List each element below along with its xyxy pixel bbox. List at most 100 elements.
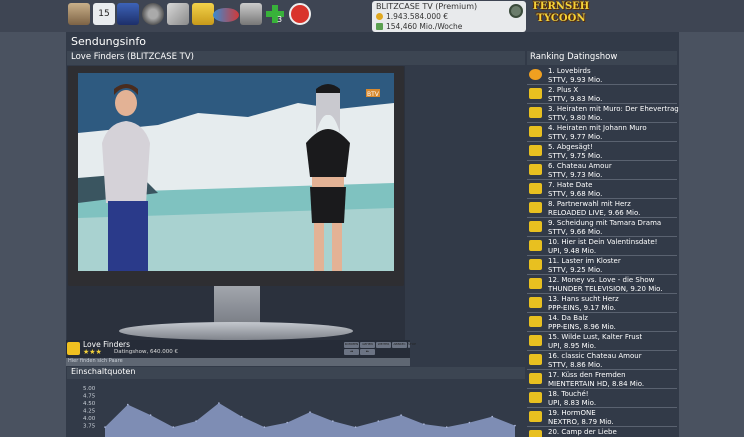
channel-name: BLITZCASE TV (Premium) [376, 2, 478, 11]
ranking-row[interactable]: 13. Hans sucht Herz PPP-EINS, 9.17 Mio. [527, 294, 677, 313]
ranking-show-detail: STTV, 9.66 Mio. [548, 228, 603, 236]
ranking-row[interactable]: 8. Partnerwahl mit Herz RELOADED LIVE, 9.… [527, 199, 677, 218]
ranking-show-title: 19. HormONE [548, 409, 596, 417]
info-button-2[interactable]: GEHEN [360, 342, 375, 348]
rewind-button[interactable]: ◂◂ [344, 349, 359, 355]
quota-point [332, 420, 334, 422]
show-header-title: Love Finders (BLITZCASE TV) [71, 52, 194, 62]
ranking-show-title: 6. Chateau Amour [548, 162, 612, 170]
ranking-row[interactable]: 6. Chateau Amour STTV, 9.73 Mio. [527, 161, 677, 180]
ranking-row[interactable]: 16. classic Chateau Amour STTV, 8.86 Mio. [527, 351, 677, 370]
rank-badge-icon [529, 259, 542, 270]
ranking-show-detail: STTV, 9.77 Mio. [548, 133, 603, 141]
exit-icon[interactable] [289, 3, 311, 25]
quota-y-tick: 5.00 [83, 386, 96, 392]
quota-point [468, 421, 471, 424]
info-button-1[interactable]: KOMMEN [344, 342, 359, 348]
quota-title: Einschaltquoten [71, 367, 136, 376]
info-button-5[interactable]: STOP [408, 342, 416, 348]
page-title: Sendungsinfo [71, 35, 146, 48]
programme-planner-icon[interactable] [68, 3, 90, 25]
show-hint: Hier finden sich Paare [68, 358, 123, 364]
ranking-show-detail: STTV, 8.86 Mio. [548, 361, 603, 369]
quota-point [354, 426, 357, 428]
info-button-3[interactable]: WEITER [376, 342, 391, 348]
show-genre-price: Datingshow, 640.000 € [114, 349, 178, 355]
archive-icon[interactable] [117, 3, 139, 25]
ranking-show-title: 14. Da Balz [548, 314, 588, 322]
tv-scene-image: BTV [78, 73, 394, 271]
calendar-icon[interactable]: 15 [93, 3, 115, 25]
quota-point [240, 415, 243, 418]
ranking-show-title: 2. Plus X [548, 86, 579, 94]
rank-badge-icon [529, 145, 542, 156]
ranking-show-title: 12. Money vs. Love - die Show [548, 276, 655, 284]
ranking-show-detail: STTV, 9.68 Mio. [548, 190, 603, 198]
gold-star-icon [529, 69, 542, 80]
ranking-row[interactable]: 11. Laster im Kloster STTV, 9.25 Mio. [527, 256, 677, 275]
news-icon[interactable] [192, 3, 214, 25]
tv-screen: BTV [78, 73, 394, 271]
rank-badge-icon [529, 278, 542, 289]
ranking-row[interactable]: 3. Heiraten mit Muro: Der Ehevertrag STTV… [527, 104, 679, 123]
datingshow-genre-icon [67, 342, 80, 355]
rank-badge-icon [529, 297, 542, 308]
ranking-show-title: 10. Hier ist Dein Valentinsdate! [548, 238, 658, 246]
rank-badge-icon [529, 107, 542, 118]
ranking-row[interactable]: 14. Da Balz PPP-EINS, 8.96 Mio. [527, 313, 677, 332]
rank-badge-icon [529, 354, 542, 365]
quota-y-tick: 4.75 [83, 394, 96, 400]
rank-badge-icon [529, 126, 542, 137]
rank-badge-icon [529, 88, 542, 99]
ranking-row[interactable]: 20. Camp der LiebeATV ONE, 8.65 Mio. [527, 427, 677, 437]
ranking-show-title: 17. Küss den Fremden [548, 371, 626, 379]
status-panel: BLITZCASE TV (Premium) 1.943.584.000 € 1… [372, 1, 526, 32]
ranking-row[interactable]: 10. Hier ist Dein Valentinsdate! UPI, 9.4… [527, 237, 677, 256]
rank-badge-icon [529, 392, 542, 403]
ranking-row[interactable]: 9. Scheidung mit Tamara Drama STTV, 9.66 … [527, 218, 677, 237]
globe-icon[interactable] [509, 4, 523, 18]
ranking-row[interactable]: 17. Küss den Fremden MIENTERTAIN HD, 8.84… [527, 370, 677, 389]
add-station-icon[interactable] [264, 3, 286, 25]
game-logo: FERNSEH TYCOON [530, 1, 592, 29]
ranking-show-detail: MIENTERTAIN HD, 8.84 Mio. [548, 380, 645, 388]
ranking-list: 1. Lovebirds STTV, 9.93 Mio. 2. Plus X STTV… [527, 66, 679, 437]
ranking-show-detail: UPI, 9.48 Mio. [548, 247, 597, 255]
station-map-icon[interactable] [167, 3, 189, 25]
ranking-show-detail: STTV, 9.25 Mio. [548, 266, 603, 274]
quota-point [104, 426, 106, 428]
ranking-header-title: Ranking Datingshow [530, 52, 618, 62]
quota-point [263, 426, 266, 428]
quota-point [149, 414, 152, 416]
ranking-row[interactable]: 19. HormONE NEXTRO, 8.79 Mio. [527, 408, 677, 427]
ranking-row[interactable]: 18. Touché! UPI, 8.83 Mio. [527, 389, 677, 408]
tv-stand-base [119, 322, 353, 340]
ranking-row[interactable]: 4. Heiraten mit Johann Muro STTV, 9.77 Mi… [527, 123, 677, 142]
ranking-row[interactable]: 15. Wilde Lust, Kalter Frust UPI, 8.95 Mi… [527, 332, 677, 351]
ranking-row[interactable]: 5. Abgesägt! STTV, 9.75 Mio. [527, 142, 677, 161]
ad-agency-icon[interactable] [213, 8, 239, 22]
ranking-show-detail: STTV, 9.80 Mio. [548, 114, 603, 122]
quota-point [172, 426, 175, 428]
quota-point [195, 420, 197, 422]
ranking-show-title: 9. Scheidung mit Tamara Drama [548, 219, 662, 227]
movie-agency-icon[interactable] [142, 3, 164, 25]
quota-point [286, 421, 288, 424]
ranking-row[interactable]: 2. Plus X STTV, 9.83 Mio. [527, 85, 677, 104]
ranking-row[interactable]: 12. Money vs. Love - die Show THUNDER TEL… [527, 275, 677, 294]
ranking-show-detail: STTV, 9.73 Mio. [548, 171, 603, 179]
room-board-icon[interactable] [240, 3, 262, 25]
quota-point [400, 414, 402, 416]
ranking-row[interactable]: 1. Lovebirds STTV, 9.93 Mio. [527, 66, 677, 85]
ranking-show-title: 15. Wilde Lust, Kalter Frust [548, 333, 643, 341]
quota-y-tick: 3.75 [83, 424, 96, 430]
quota-area-series [105, 403, 515, 437]
forward-button[interactable]: ▸▸ [360, 349, 375, 355]
ranking-row[interactable]: 7. Hate Date STTV, 9.68 Mio. [527, 180, 677, 199]
info-button-4[interactable]: ABBREC [392, 342, 407, 348]
rank-badge-icon [529, 316, 542, 327]
quota-header-bar [67, 367, 525, 379]
quota-point [377, 420, 380, 422]
ranking-show-title: 3. Heiraten mit Muro: Der Ehevertrag [548, 105, 679, 113]
screen-brand: BTV [367, 91, 380, 98]
